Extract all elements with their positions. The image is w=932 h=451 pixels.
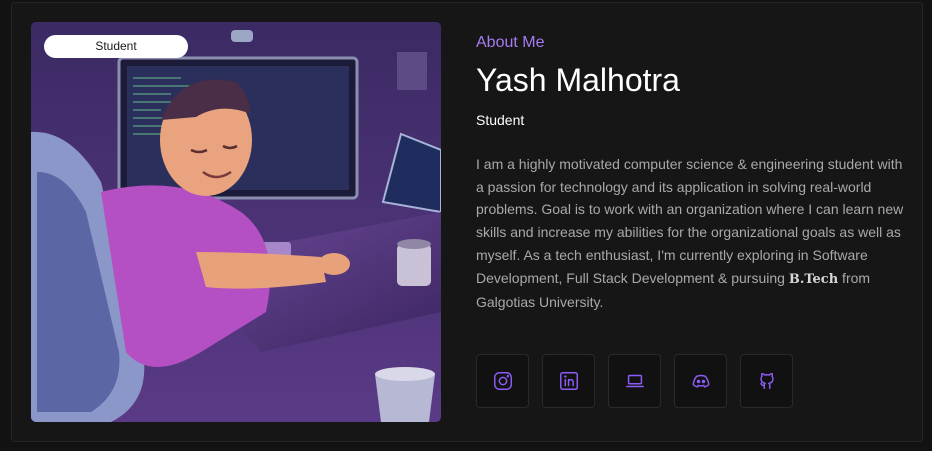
linkedin-icon bbox=[559, 372, 578, 390]
discord-button[interactable] bbox=[674, 354, 727, 408]
instagram-icon bbox=[493, 372, 512, 390]
social-links bbox=[476, 354, 793, 408]
laptop-icon bbox=[625, 374, 644, 388]
portfolio-button[interactable] bbox=[608, 354, 661, 408]
github-button[interactable] bbox=[740, 354, 793, 408]
profile-bio: I am a highly motivated computer science… bbox=[476, 153, 908, 314]
instagram-button[interactable] bbox=[476, 354, 529, 408]
profile-role: Student bbox=[476, 112, 525, 128]
linkedin-button[interactable] bbox=[542, 354, 595, 408]
profile-illustration bbox=[31, 22, 441, 422]
github-icon bbox=[759, 372, 774, 390]
bio-degree: B.Tech bbox=[788, 271, 839, 287]
status-badge: Student bbox=[44, 35, 188, 58]
discord-icon bbox=[691, 374, 710, 388]
section-eyebrow: About Me bbox=[476, 34, 545, 51]
bio-text: I am a highly motivated computer science… bbox=[476, 156, 904, 286]
profile-name: Yash Malhotra bbox=[476, 62, 680, 98]
